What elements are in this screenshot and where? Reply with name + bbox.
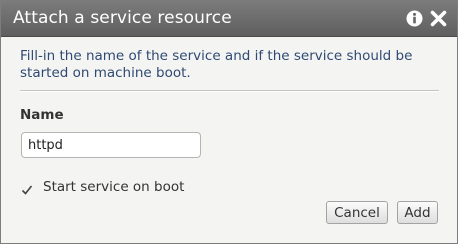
service-name-input[interactable] [21, 132, 201, 158]
info-icon[interactable] [405, 9, 424, 28]
name-field-label: Name [20, 107, 64, 123]
close-icon[interactable] [429, 9, 448, 28]
divider [20, 90, 439, 92]
dialog-titlebar: Attach a service resource [1, 1, 457, 37]
start-on-boot-checkbox-row[interactable]: Start service on boot [21, 178, 184, 196]
dialog-description: Fill-in the name of the service and if t… [20, 48, 413, 81]
start-on-boot-label: Start service on boot [43, 179, 185, 195]
add-button[interactable]: Add [397, 201, 438, 224]
attach-service-dialog: Attach a service resource Fill-in the na… [0, 0, 458, 244]
cancel-button[interactable]: Cancel [326, 201, 388, 224]
start-on-boot-checkbox[interactable] [21, 181, 33, 195]
dialog-title: Attach a service resource [13, 8, 232, 28]
